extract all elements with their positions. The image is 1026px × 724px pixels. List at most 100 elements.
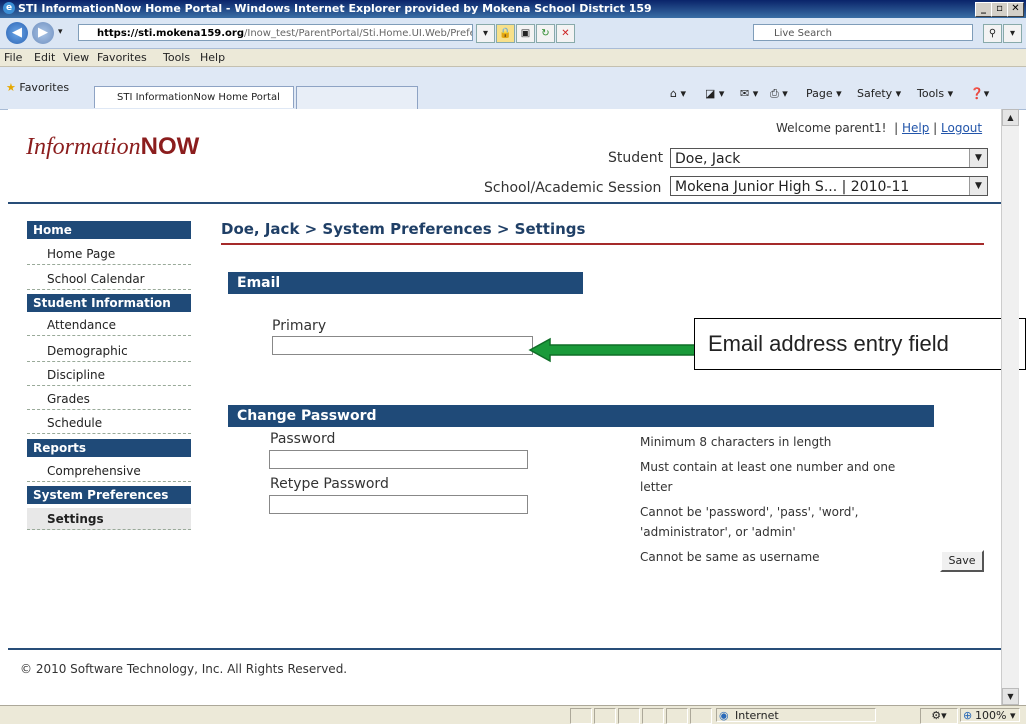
menu-tools[interactable]: Tools xyxy=(163,51,190,64)
stop-icon[interactable]: ✕ xyxy=(556,24,575,43)
mail-icon[interactable]: ✉ ▾ xyxy=(740,87,758,100)
student-select[interactable]: Doe, Jack ▼ xyxy=(670,148,988,168)
zone-text: Internet xyxy=(735,709,779,722)
status-cell xyxy=(618,708,640,724)
password-rule-number-letter: Must contain at least one number and one… xyxy=(640,460,896,494)
menu-view[interactable]: View xyxy=(63,51,89,64)
help-link[interactable]: Help xyxy=(902,121,929,135)
status-bar: ◉ Internet ⚙▾ ⊕ 100% ▾ xyxy=(0,705,1026,724)
safety-menu[interactable]: Safety ▾ xyxy=(857,87,901,100)
logout-link[interactable]: Logout xyxy=(941,121,982,135)
zone-indicator[interactable]: ◉ Internet xyxy=(716,708,876,722)
password-rule-length: Minimum 8 characters in length xyxy=(640,435,832,449)
live-search-placeholder: Live Search xyxy=(774,28,832,39)
minimize-icon[interactable]: _ xyxy=(975,2,992,17)
password-rule-username: Cannot be same as username xyxy=(640,550,820,564)
welcome-text: Welcome parent1! xyxy=(776,121,887,135)
star-icon: ★ xyxy=(6,81,16,94)
footer-divider xyxy=(8,648,1001,650)
search-options-icon[interactable]: ▾ xyxy=(1003,24,1022,43)
chevron-down-icon: ▼ xyxy=(969,177,987,195)
annotation-callout: Email address entry field xyxy=(694,318,1026,370)
address-toolbar: ◀ ▶ ▾ https://sti.mokena159.org/Inow_tes… xyxy=(0,18,1026,49)
session-select[interactable]: Mokena Junior High S... | 2010-11 ▼ xyxy=(670,176,988,196)
compatibility-icon[interactable]: ▣ xyxy=(516,24,535,43)
menu-favorites[interactable]: Favorites xyxy=(97,51,147,64)
home-icon[interactable]: ⌂ ▾ xyxy=(670,87,686,100)
scroll-down-icon[interactable]: ▼ xyxy=(1002,688,1019,705)
ie-logo-icon: e xyxy=(3,2,15,14)
password-label: Password xyxy=(270,431,336,447)
informationnow-logo: InformationNOW xyxy=(26,133,199,161)
zoom-icon: ⊕ xyxy=(963,709,973,722)
student-label: Student xyxy=(608,150,664,166)
sidebar-item-schedule[interactable]: Schedule xyxy=(27,412,191,434)
email-section-header: Email xyxy=(228,272,583,294)
retype-password-input[interactable] xyxy=(269,495,528,514)
menu-file[interactable]: File xyxy=(4,51,22,64)
chevron-down-icon: ▼ xyxy=(969,149,987,167)
globe-icon: ◉ xyxy=(719,709,729,722)
sidebar-head-reports[interactable]: Reports xyxy=(27,439,191,457)
browser-tab[interactable]: STI InformationNow Home Portal xyxy=(94,86,294,108)
live-search-input[interactable]: Live Search xyxy=(753,24,973,41)
address-dropdown-icon[interactable]: ▾ xyxy=(476,24,495,43)
window-title-bar: e STI InformationNow Home Portal - Windo… xyxy=(0,0,1026,18)
sidebar-head-student-info[interactable]: Student Information xyxy=(27,294,191,312)
lock-icon[interactable]: 🔒 xyxy=(496,24,515,43)
pointer-arrow xyxy=(528,337,709,363)
status-cell xyxy=(594,708,616,724)
sidebar-item-settings[interactable]: Settings xyxy=(27,508,191,530)
sidebar-head-home[interactable]: Home xyxy=(27,221,191,239)
window-title: STI InformationNow Home Portal - Windows… xyxy=(18,2,652,15)
feeds-icon[interactable]: ◪ ▾ xyxy=(705,87,724,100)
primary-email-label: Primary xyxy=(272,318,327,334)
menu-help[interactable]: Help xyxy=(200,51,225,64)
sidebar-item-discipline[interactable]: Discipline xyxy=(27,364,191,386)
new-tab-button[interactable] xyxy=(296,86,418,109)
back-icon[interactable]: ◀ xyxy=(6,22,28,44)
sidebar-item-home-page[interactable]: Home Page xyxy=(27,243,191,265)
refresh-icon[interactable]: ↻ xyxy=(536,24,555,43)
retype-password-label: Retype Password xyxy=(270,476,389,492)
close-icon[interactable]: ✕ xyxy=(1007,2,1024,17)
scroll-up-icon[interactable]: ▲ xyxy=(1002,109,1019,126)
status-cell xyxy=(666,708,688,724)
maximize-icon[interactable]: ▫ xyxy=(991,2,1008,17)
sidebar-head-system-preferences[interactable]: System Preferences xyxy=(27,486,191,504)
tab-title: STI InformationNow Home Portal xyxy=(117,92,280,103)
sidebar-item-school-calendar[interactable]: School Calendar xyxy=(27,268,191,290)
sidebar-item-grades[interactable]: Grades xyxy=(27,388,191,410)
vertical-scrollbar[interactable]: ▲ ▼ xyxy=(1001,109,1019,705)
forward-icon[interactable]: ▶ xyxy=(32,22,54,44)
address-input[interactable]: https://sti.mokena159.org/Inow_test/Pare… xyxy=(78,24,473,41)
primary-email-input[interactable] xyxy=(272,336,533,355)
protected-mode-icon[interactable]: ⚙▾ xyxy=(920,708,958,724)
zoom-value: 100% xyxy=(975,709,1007,722)
history-dropdown-icon[interactable]: ▾ xyxy=(58,27,63,37)
status-cell xyxy=(690,708,712,724)
page-menu[interactable]: Page ▾ xyxy=(806,87,842,100)
menu-bar: File Edit View Favorites Tools Help xyxy=(0,49,1026,67)
menu-edit[interactable]: Edit xyxy=(34,51,55,64)
sidebar-item-comprehensive-progress[interactable]: Comprehensive Progress xyxy=(27,460,191,500)
sidebar-item-attendance[interactable]: Attendance xyxy=(27,314,191,336)
help-icon[interactable]: ❓▾ xyxy=(970,87,989,100)
student-value: Doe, Jack xyxy=(675,151,741,167)
copyright-footer: © 2010 Software Technology, Inc. All Rig… xyxy=(20,662,348,676)
save-button[interactable]: Save xyxy=(940,550,984,572)
status-cell xyxy=(570,708,592,724)
password-input[interactable] xyxy=(269,450,528,469)
password-rule-forbidden-words: Cannot be 'password', 'pass', 'word', 'a… xyxy=(640,505,859,539)
print-icon[interactable]: ⎙ ▾ xyxy=(770,87,788,101)
favorites-button[interactable]: ★ Favorites xyxy=(6,81,69,94)
search-icon[interactable]: ⚲ xyxy=(983,24,1002,43)
tools-menu[interactable]: Tools ▾ xyxy=(917,87,953,100)
favorites-bar: ★ Favorites STI InformationNow Home Port… xyxy=(0,67,1026,110)
favorites-label: Favorites xyxy=(19,81,70,94)
logo-now: NOW xyxy=(140,133,200,160)
sidebar-item-demographic[interactable]: Demographic xyxy=(27,340,191,362)
zoom-control[interactable]: ⊕ 100% ▾ xyxy=(960,708,1020,722)
logo-text: Information xyxy=(26,134,141,160)
arrow-shape xyxy=(528,337,709,363)
